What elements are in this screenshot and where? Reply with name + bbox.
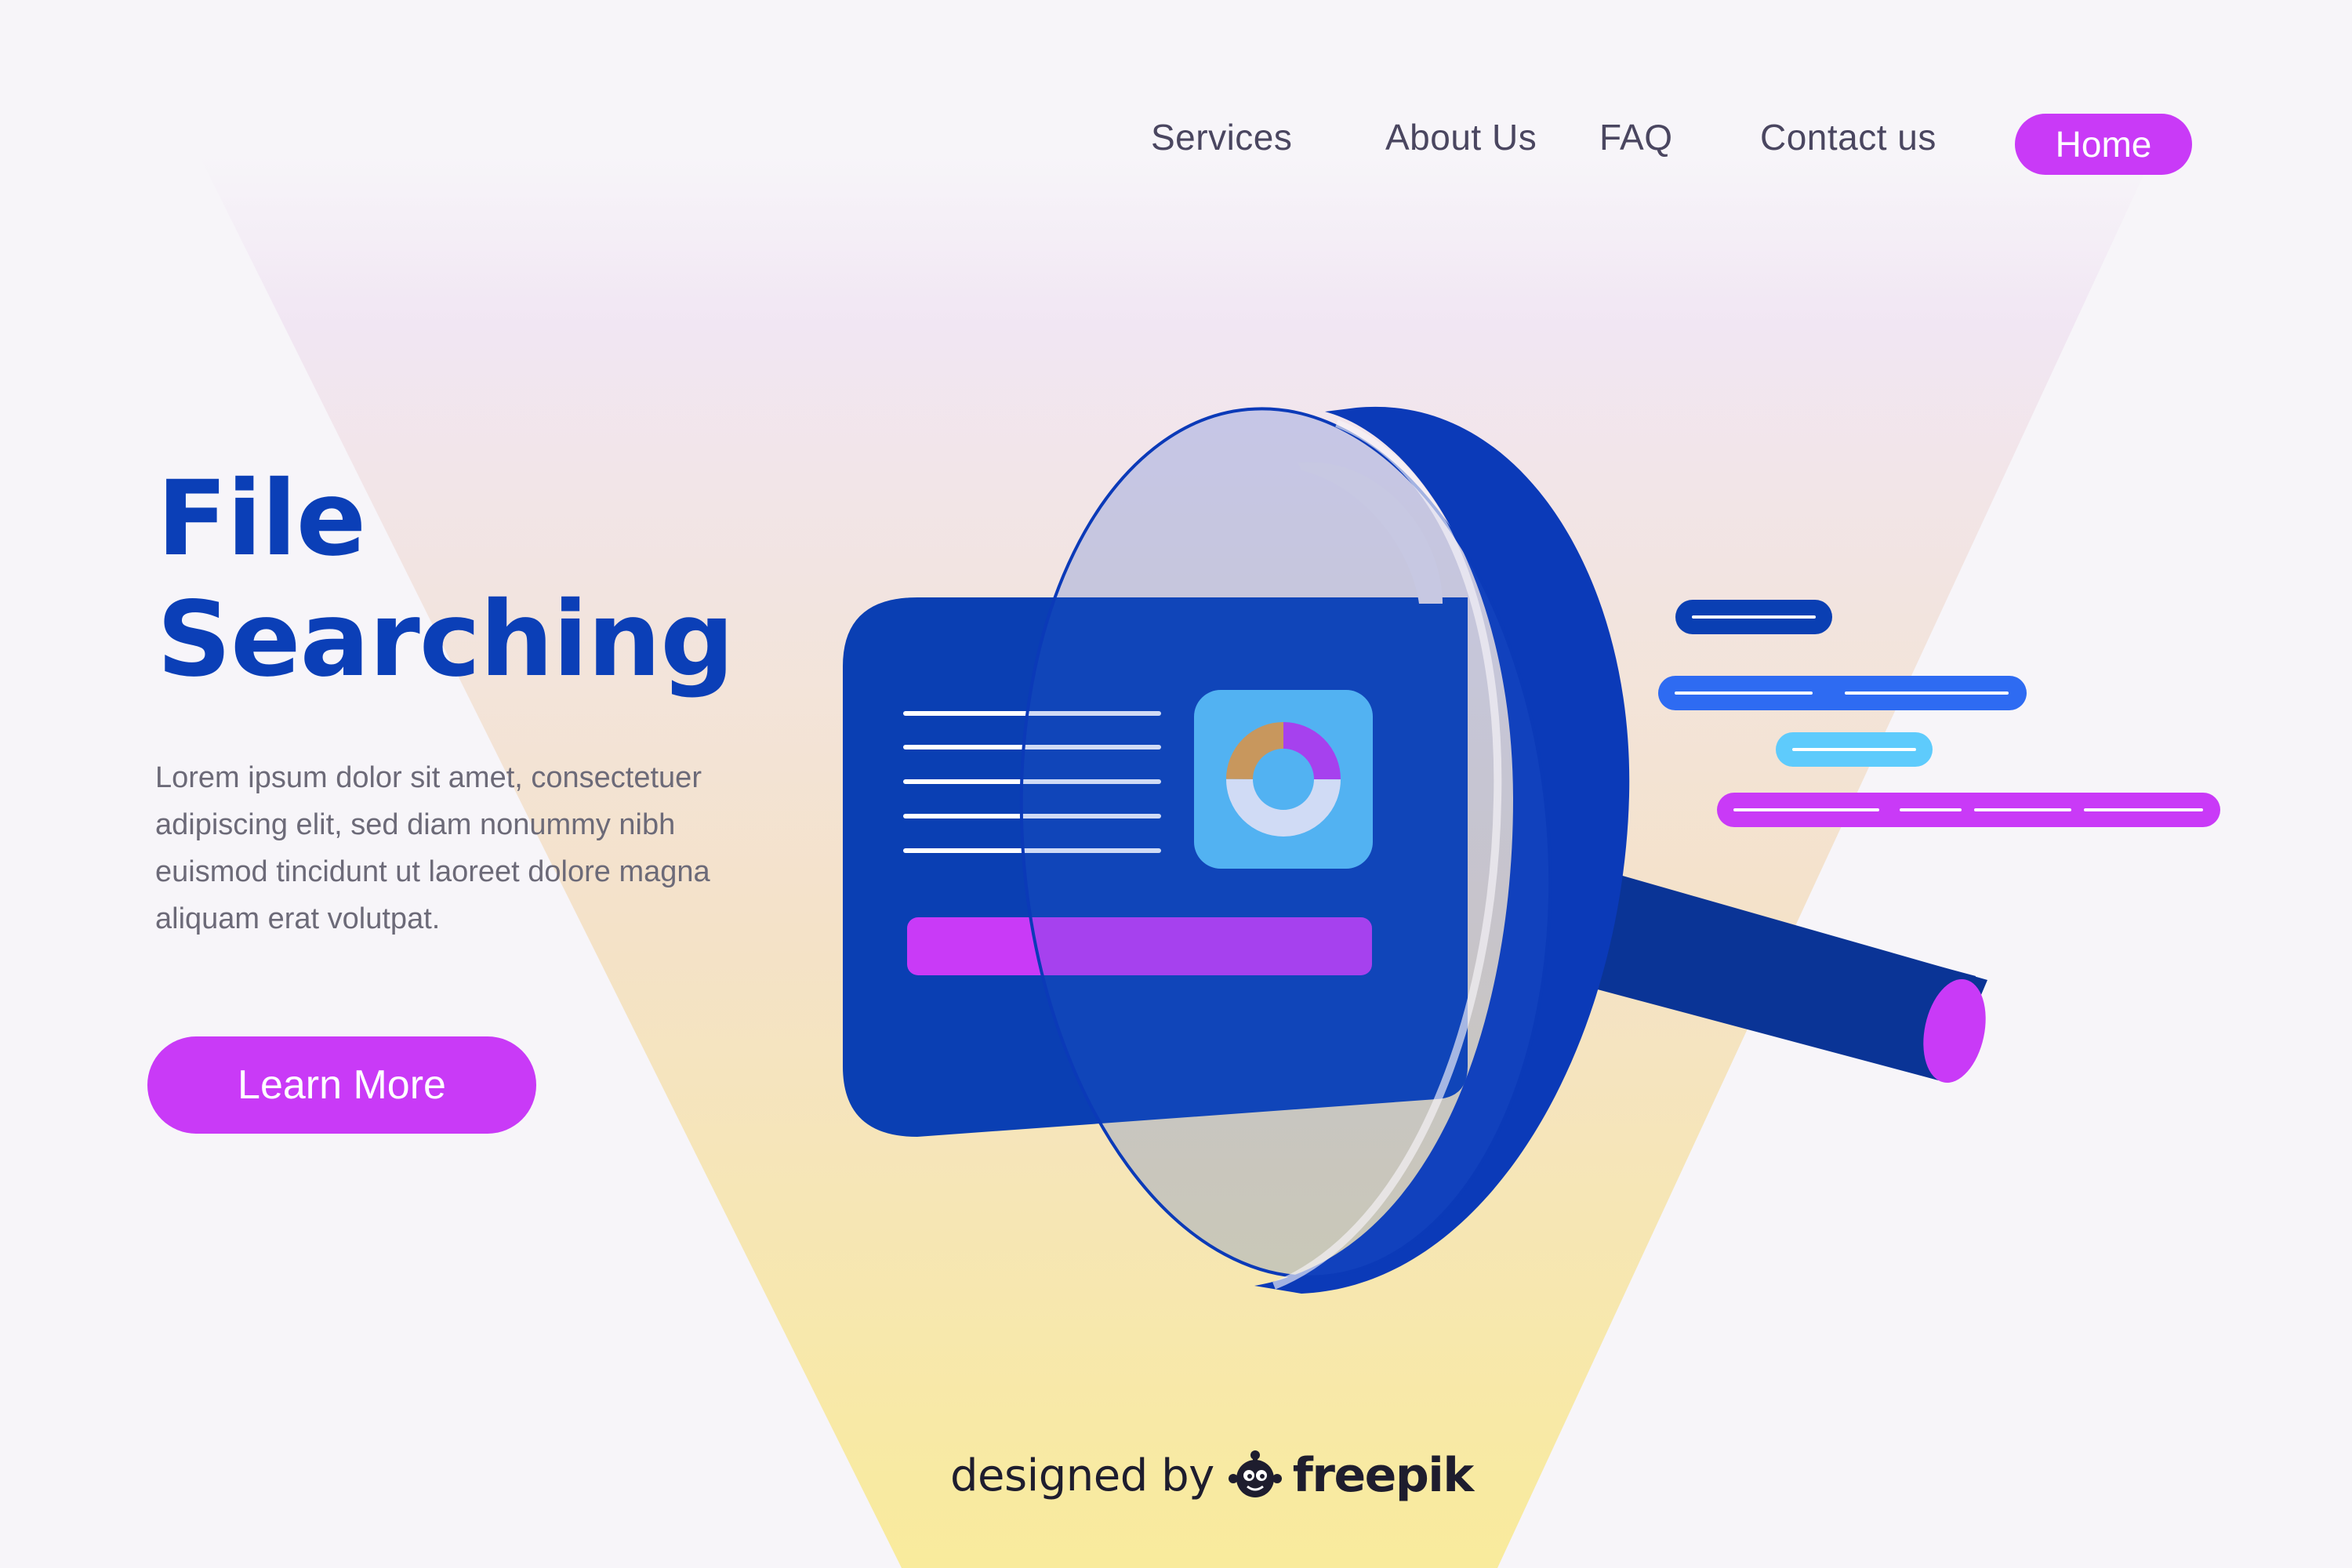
learn-more-button[interactable]: Learn More (147, 1036, 536, 1134)
page-title-line-2: Searching (157, 579, 735, 700)
designer-credit: designed by freepik (950, 1444, 1475, 1507)
credit-prefix: designed by (950, 1450, 1214, 1501)
freepik-logo-icon (1228, 1450, 1282, 1497)
nav-link-faq[interactable]: FAQ (1599, 116, 1673, 158)
top-navigation: Services About Us FAQ Contact us Home (0, 0, 2352, 282)
page-title-line-1: File (157, 459, 366, 579)
hero-description: Lorem ipsum dolor sit amet, consectetuer… (155, 761, 710, 935)
nav-link-about-us[interactable]: About Us (1385, 116, 1537, 158)
credit-brand: freepik (1292, 1448, 1475, 1503)
page-title: File Searching (157, 459, 735, 700)
landing-page: Services About Us FAQ Contact us Home Fi… (0, 0, 2352, 1568)
home-button[interactable]: Home (2015, 114, 2192, 175)
nav-link-services[interactable]: Services (1151, 116, 1292, 158)
nav-link-contact-us[interactable]: Contact us (1760, 116, 1936, 158)
